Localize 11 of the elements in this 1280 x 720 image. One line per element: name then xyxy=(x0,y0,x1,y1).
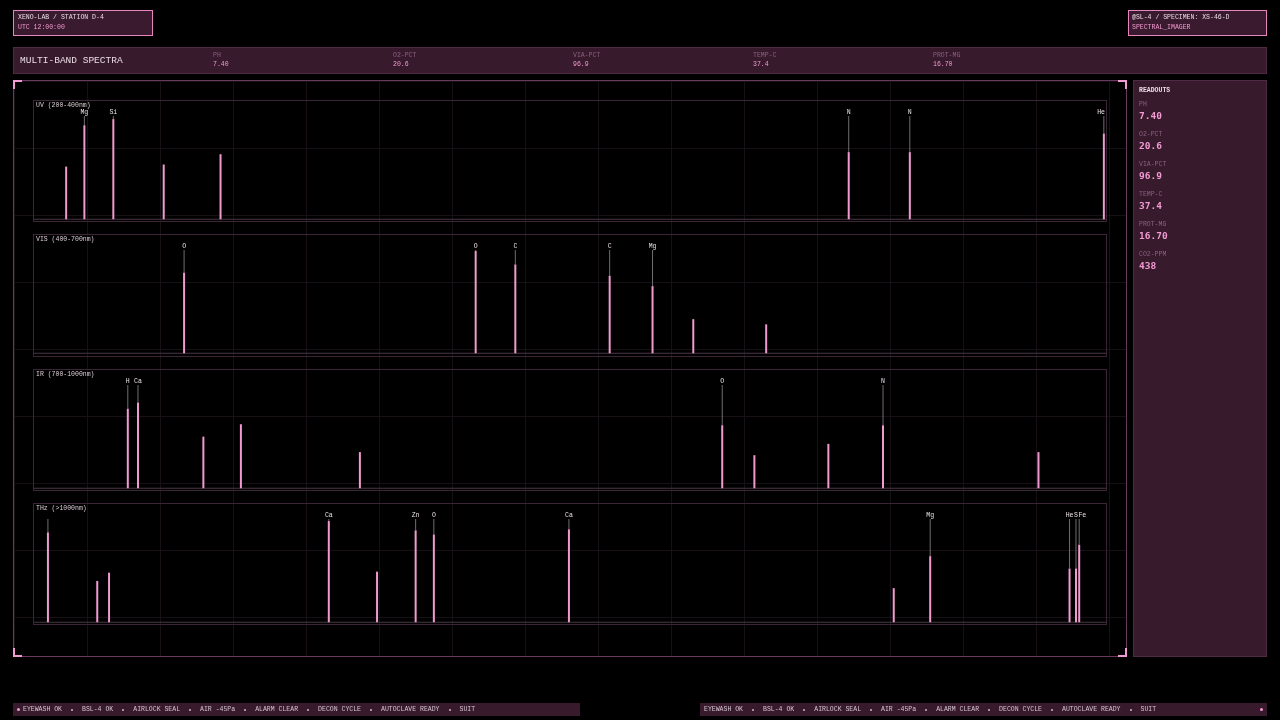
page-title: MULTI-BAND SPECTRA xyxy=(20,54,123,67)
readout-value: 438 xyxy=(1139,260,1157,271)
readout-value: 20.6 xyxy=(1139,140,1162,151)
corner-bracket-icon xyxy=(13,648,22,657)
readout-value: 96.9 xyxy=(1139,170,1162,181)
readout-value: 7.40 xyxy=(1139,110,1162,121)
readout-value: 37.4 xyxy=(1139,200,1162,211)
readout-value: 16.70 xyxy=(1139,230,1168,241)
corner-bracket-icon xyxy=(1118,648,1127,657)
corner-bracket-icon xyxy=(1118,80,1127,89)
corner-bracket-icon xyxy=(13,80,22,89)
